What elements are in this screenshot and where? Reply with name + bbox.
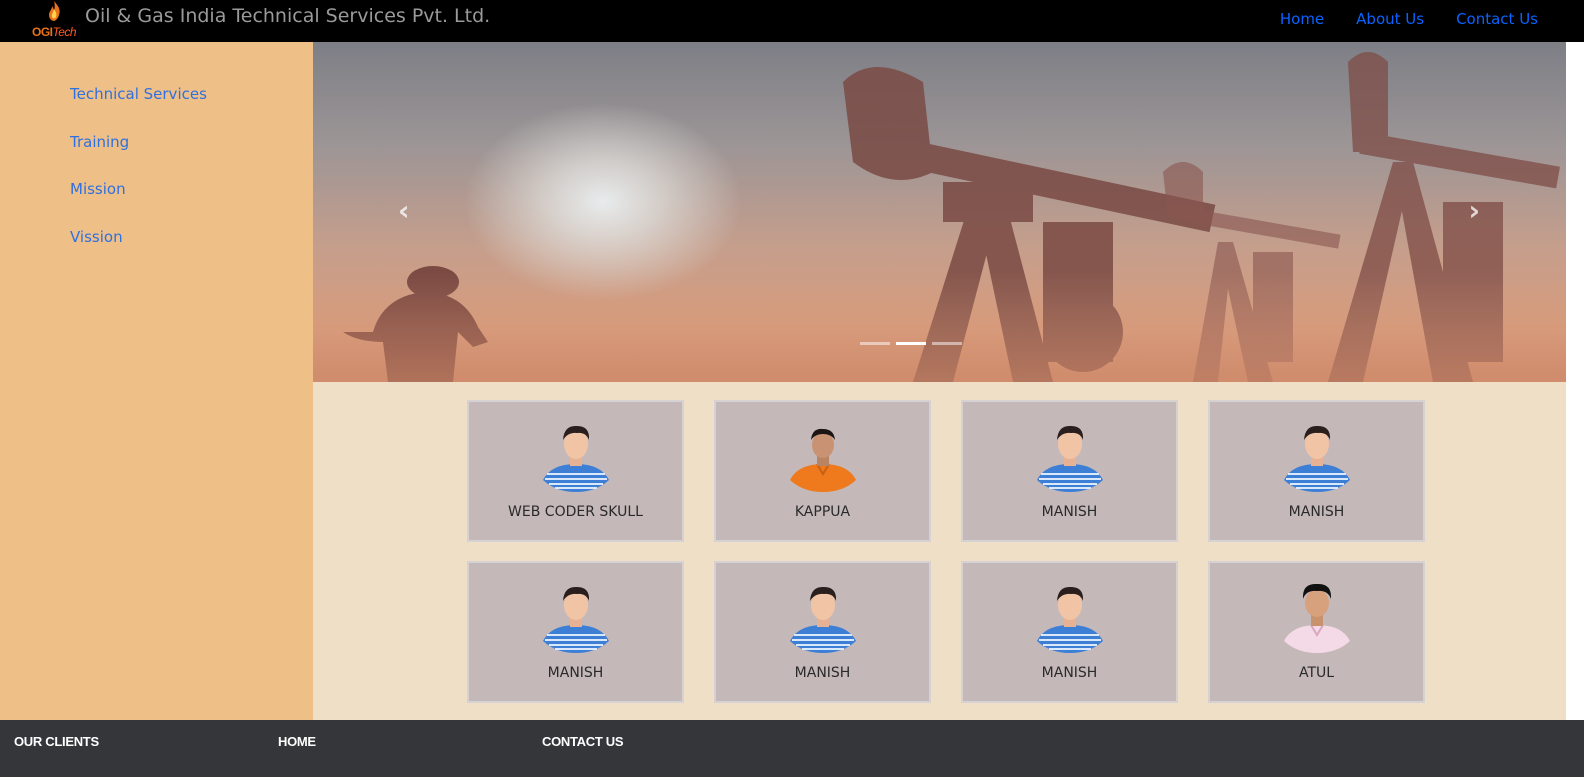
avatar (541, 582, 611, 653)
team-card[interactable]: WEB CODER SKULL (467, 400, 684, 542)
team-member-name: MANISH (794, 665, 851, 681)
logo-text: OGITech (32, 25, 77, 39)
carousel-indicator-1[interactable] (860, 342, 890, 345)
team-card[interactable]: KAPPUA (714, 400, 931, 542)
team-member-name: MANISH (1041, 504, 1098, 520)
team-card[interactable]: MANISH (961, 400, 1178, 542)
avatar (1282, 421, 1352, 492)
top-nav-links: Home About Us Contact Us (1248, 10, 1538, 28)
nav-about-link[interactable]: About Us (1356, 10, 1424, 28)
team-card[interactable]: ATUL (1208, 561, 1425, 703)
sidebar-item-training[interactable]: Training (70, 133, 129, 151)
team-card[interactable]: MANISH (1208, 400, 1425, 542)
carousel-indicator-3[interactable] (932, 342, 962, 345)
team-member-name: MANISH (547, 665, 604, 681)
avatar (1035, 582, 1105, 653)
hero-carousel: ‹ › (313, 42, 1566, 382)
site-title: Oil & Gas India Technical Services Pvt. … (85, 5, 491, 27)
team-card[interactable]: MANISH (961, 561, 1178, 703)
avatar (1282, 582, 1352, 653)
sidebar: Technical Services Training Mission Viss… (0, 42, 313, 720)
team-member-name: MANISH (1041, 665, 1098, 681)
avatar (541, 421, 611, 492)
footer-home-link[interactable]: HOME (278, 734, 316, 749)
team-member-name: MANISH (1288, 504, 1345, 520)
footer: OUR CLIENTS HOME CONTACT US (0, 720, 1584, 777)
team-member-name: KAPPUA (794, 504, 851, 520)
nav-home-link[interactable]: Home (1280, 10, 1324, 28)
footer-contact-us-link[interactable]: CONTACT US (542, 734, 624, 749)
carousel-indicators (860, 342, 962, 345)
carousel-indicator-2[interactable] (896, 342, 926, 345)
team-card[interactable]: MANISH (714, 561, 931, 703)
carousel-next-button[interactable]: › (1468, 197, 1480, 225)
avatar (1035, 421, 1105, 492)
flame-icon (49, 1, 60, 21)
sidebar-item-mission[interactable]: Mission (70, 180, 126, 198)
sidebar-item-technical-services[interactable]: Technical Services (70, 85, 207, 103)
avatar (788, 421, 858, 492)
oil-pumpjack-illustration (313, 52, 1566, 382)
avatar (788, 582, 858, 653)
logo[interactable]: OGITech (30, 0, 78, 42)
sidebar-item-vission[interactable]: Vission (70, 228, 123, 246)
footer-our-clients-link[interactable]: OUR CLIENTS (14, 734, 99, 749)
team-grid: WEB CODER SKULL KAPPUA MANISH MANISH MAN… (313, 382, 1566, 720)
team-member-name: WEB CODER SKULL (508, 504, 643, 520)
team-card[interactable]: MANISH (467, 561, 684, 703)
team-member-name: ATUL (1298, 665, 1335, 681)
nav-contact-link[interactable]: Contact Us (1456, 10, 1538, 28)
top-navbar: OGITech Oil & Gas India Technical Servic… (0, 0, 1584, 42)
carousel-prev-button[interactable]: ‹ (398, 197, 410, 225)
